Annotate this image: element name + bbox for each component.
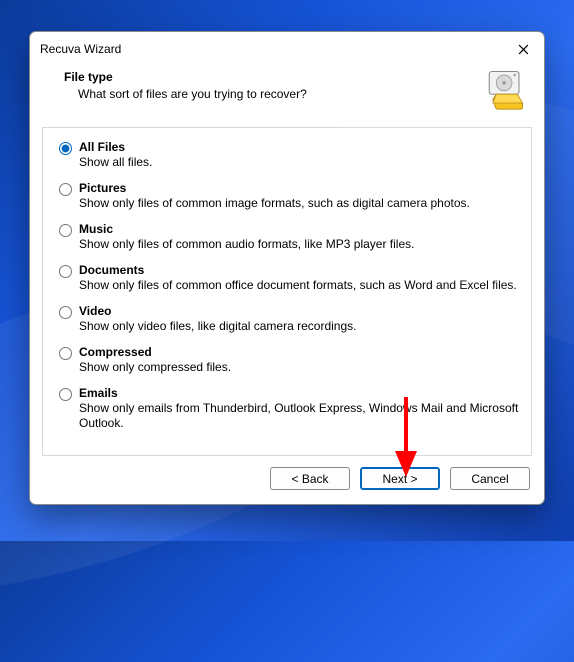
option-title: Emails — [79, 386, 118, 400]
options-panel: All Files Show all files. Pictures Show … — [42, 127, 532, 456]
option-desc: Show all files. — [79, 155, 152, 169]
radio-all-files[interactable] — [59, 142, 72, 155]
option-title: Video — [79, 304, 111, 318]
radio-emails[interactable] — [59, 388, 72, 401]
close-button[interactable] — [509, 38, 537, 60]
option-desc: Show only files of common image formats,… — [79, 196, 470, 210]
option-desc: Show only files of common office documen… — [79, 278, 517, 292]
header-title: File type — [64, 70, 476, 84]
wizard-dialog: Recuva Wizard File type What sort of fil… — [29, 31, 545, 505]
window-title: Recuva Wizard — [40, 42, 509, 56]
option-title: Music — [79, 222, 113, 236]
option-desc: Show only emails from Thunderbird, Outlo… — [79, 401, 518, 430]
close-icon — [518, 44, 529, 55]
option-video[interactable]: Video Show only video files, like digita… — [59, 304, 519, 334]
titlebar: Recuva Wizard — [30, 32, 544, 64]
option-desc: Show only video files, like digital came… — [79, 319, 356, 333]
option-music[interactable]: Music Show only files of common audio fo… — [59, 222, 519, 252]
option-title: All Files — [79, 140, 125, 154]
hard-drive-icon — [484, 68, 526, 110]
option-title: Documents — [79, 263, 144, 277]
option-title: Compressed — [79, 345, 152, 359]
option-compressed[interactable]: Compressed Show only compressed files. — [59, 345, 519, 375]
radio-compressed[interactable] — [59, 347, 72, 360]
header-subtitle: What sort of files are you trying to rec… — [64, 87, 476, 101]
option-desc: Show only compressed files. — [79, 360, 231, 374]
next-button[interactable]: Next > — [360, 467, 440, 490]
radio-video[interactable] — [59, 306, 72, 319]
wizard-footer: < Back Next > Cancel — [30, 456, 544, 504]
radio-music[interactable] — [59, 224, 72, 237]
back-button[interactable]: < Back — [270, 467, 350, 490]
option-title: Pictures — [79, 181, 126, 195]
option-all-files[interactable]: All Files Show all files. — [59, 140, 519, 170]
option-documents[interactable]: Documents Show only files of common offi… — [59, 263, 519, 293]
wizard-header: File type What sort of files are you try… — [30, 64, 544, 124]
option-pictures[interactable]: Pictures Show only files of common image… — [59, 181, 519, 211]
option-emails[interactable]: Emails Show only emails from Thunderbird… — [59, 386, 519, 431]
option-desc: Show only files of common audio formats,… — [79, 237, 414, 251]
radio-documents[interactable] — [59, 265, 72, 278]
header-text: File type What sort of files are you try… — [64, 70, 476, 101]
radio-pictures[interactable] — [59, 183, 72, 196]
cancel-button[interactable]: Cancel — [450, 467, 530, 490]
